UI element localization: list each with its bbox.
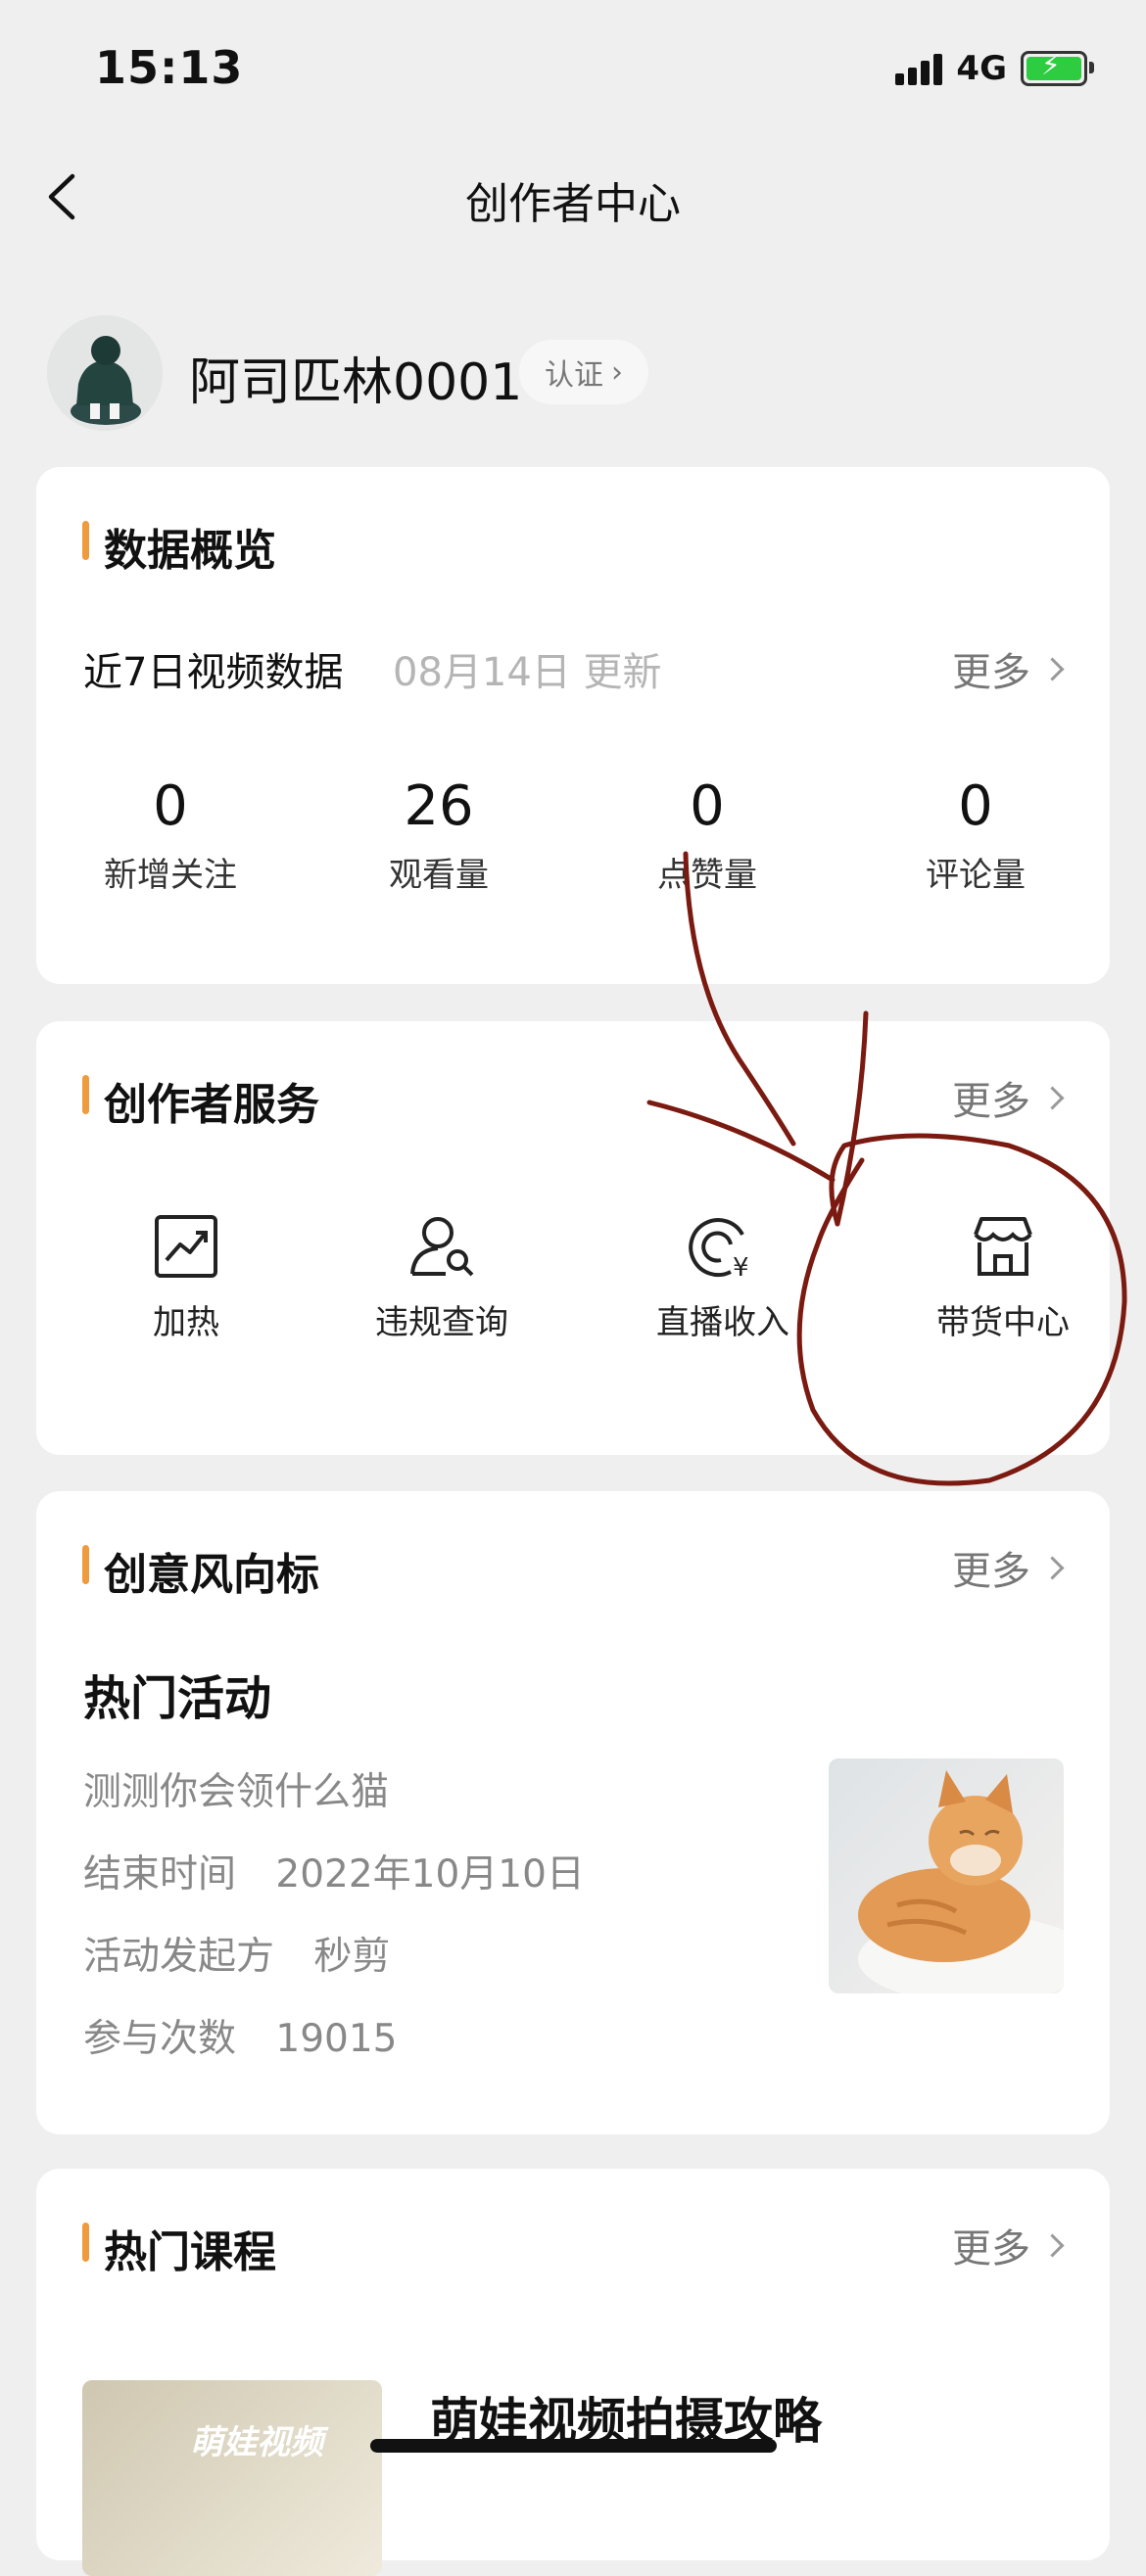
course-thumb-text: 萌娃视频 [190, 2423, 323, 2462]
participation-value: 19015 [275, 2017, 398, 2061]
more-label: 更多 [952, 1079, 1030, 1124]
activity-name[interactable]: 测测你会领什么猫 [83, 1761, 389, 1816]
chevron-right-icon [1040, 1085, 1065, 1110]
service-live-income[interactable]: ¥ 直播收入 [589, 1213, 857, 1343]
more-label: 更多 [952, 1549, 1030, 1594]
trends-more-link[interactable]: 更多 [952, 1539, 1065, 1596]
activity-thumbnail[interactable] [829, 1758, 1064, 1993]
stat-value: 26 [404, 774, 474, 838]
stat-label: 观看量 [389, 856, 489, 895]
service-label: 带货中心 [936, 1303, 1070, 1342]
more-label: 更多 [952, 650, 1030, 695]
stat-label: 评论量 [926, 856, 1026, 895]
page-title: 创作者中心 [465, 179, 681, 229]
creator-services-card: 创作者服务 更多 加热 违规查询 ¥ 直播收入 带货中心 [36, 1021, 1110, 1455]
signal-icon [895, 52, 943, 85]
stat-new-followers[interactable]: 0 新增关注 [36, 774, 305, 896]
course-thumbnail[interactable]: 萌娃视频 [82, 2380, 382, 2576]
end-label: 结束时间 [83, 1852, 237, 1897]
popular-courses-card: 热门课程 更多 萌娃视频 萌娃视频拍摄攻略 [36, 2169, 1110, 2576]
participation-label: 参与次数 [83, 2017, 237, 2061]
service-commerce-center[interactable]: 带货中心 [869, 1213, 1137, 1343]
status-time: 15:13 [95, 41, 244, 94]
store-icon [974, 1217, 1032, 1276]
verify-label: 认证 [545, 358, 603, 393]
status-icons: 4G ⚡ [895, 49, 1094, 88]
activity-heading: 热门活动 [83, 1671, 272, 1726]
service-violation-check[interactable]: 违规查询 [308, 1213, 576, 1343]
home-indicator[interactable] [370, 2439, 777, 2453]
more-label: 更多 [952, 2226, 1030, 2272]
chevron-right-icon [1040, 656, 1065, 681]
service-label: 加热 [153, 1303, 219, 1342]
overview-more-link[interactable]: 更多 [952, 640, 1065, 697]
activity-end-time: 结束时间 2022年10月10日 [83, 1844, 585, 1898]
chevron-right-icon [1040, 2232, 1065, 2258]
organizer-value: 秒剪 [313, 1935, 391, 1979]
end-value: 2022年10月10日 [275, 1852, 585, 1897]
section-title-creator-services: 创作者服务 [82, 1069, 319, 1132]
stat-likes[interactable]: 0 点赞量 [573, 774, 841, 896]
activity-organizer: 活动发起方 秒剪 [83, 1926, 390, 1981]
stat-comments[interactable]: 0 评论量 [841, 774, 1110, 896]
back-arrow-icon[interactable] [43, 172, 78, 221]
section-title-trends: 创意风向标 [82, 1539, 319, 1602]
user-search-icon [410, 1217, 474, 1277]
services-more-link[interactable]: 更多 [952, 1069, 1065, 1126]
service-boost[interactable]: 加热 [52, 1213, 320, 1343]
section-title-data-overview: 数据概览 [82, 515, 276, 578]
service-label: 违规查询 [375, 1303, 508, 1342]
creative-trends-card: 创意风向标 更多 热门活动 测测你会领什么猫 结束时间 2022年10月10日 … [36, 1491, 1110, 2134]
organizer-label: 活动发起方 [83, 1935, 275, 1979]
overview-subtitle: 近7日视频数据 [83, 650, 344, 695]
username: 阿司匹林0001 [189, 353, 523, 412]
stat-value: 0 [958, 774, 993, 838]
activity-participation: 参与次数 19015 [83, 2008, 398, 2063]
data-overview-card: 数据概览 近7日视频数据 08月14日 更新 更多 0 新增关注 26 观看量 … [36, 467, 1110, 984]
svg-text:¥: ¥ [733, 1253, 749, 1280]
service-label: 直播收入 [656, 1303, 789, 1342]
overview-updated: 08月14日 更新 [393, 650, 662, 695]
verify-button[interactable]: 认证 › [519, 340, 648, 404]
yuan-coin-icon: ¥ [689, 1218, 749, 1280]
stat-value: 0 [153, 774, 188, 838]
stat-label: 新增关注 [104, 856, 237, 895]
section-title-courses: 热门课程 [82, 2217, 276, 2279]
trend-chart-icon [155, 1215, 217, 1278]
chevron-right-icon: › [611, 354, 623, 390]
stat-label: 点赞量 [657, 856, 757, 895]
chevron-right-icon [1040, 1555, 1065, 1580]
battery-icon: ⚡ [1021, 49, 1094, 86]
stat-views[interactable]: 26 观看量 [305, 774, 573, 896]
network-type: 4G [956, 49, 1007, 88]
avatar[interactable] [47, 315, 163, 431]
stat-value: 0 [690, 774, 725, 838]
courses-more-link[interactable]: 更多 [952, 2217, 1065, 2273]
